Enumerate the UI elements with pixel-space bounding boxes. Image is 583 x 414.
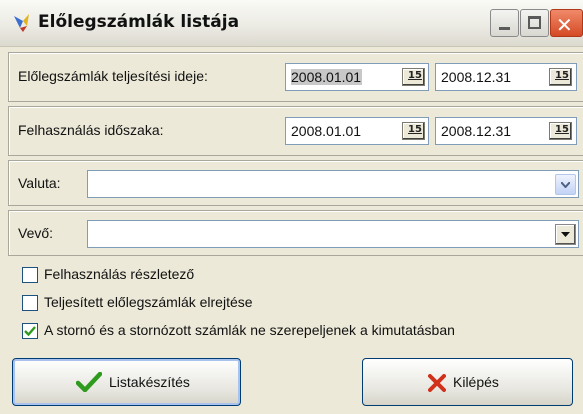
calendar-icon: 15 <box>555 70 569 81</box>
teljesites-label: Előlegszámlák teljesítési ideje: <box>18 68 208 84</box>
teljesites-to-value: 2008.12.31 <box>441 69 512 85</box>
teljesites-from-value: 2008.01.01 <box>291 69 363 85</box>
chevron-down-icon <box>561 182 570 188</box>
valuta-select[interactable] <box>87 170 579 198</box>
maximize-icon <box>528 16 541 29</box>
felhasznalas-to-calendar-button[interactable]: 15 <box>549 122 572 140</box>
checkmark-icon <box>76 372 102 392</box>
calendar-icon: 15 <box>555 124 569 135</box>
app-icon <box>14 14 29 32</box>
felhasznalas-from-calendar-button[interactable]: 15 <box>402 122 425 140</box>
checkbox-storno-kizaras-label[interactable]: A stornó és a stornózott számlák ne szer… <box>44 322 455 338</box>
checkbox-felhasznalas-reszletezo[interactable] <box>22 267 38 283</box>
felhasznalas-panel: Felhasználás időszaka: 2008.01.01 15 200… <box>8 106 583 156</box>
maximize-button[interactable] <box>520 9 549 37</box>
valuta-panel: Valuta: <box>8 160 583 206</box>
calendar-icon: 15 <box>408 124 422 135</box>
kilepes-label: Kilépés <box>453 374 499 390</box>
title-bar[interactable]: Előlegszámlák listája ✕ <box>0 0 583 47</box>
checkbox-storno-kizaras[interactable] <box>22 323 38 339</box>
listakeszites-button[interactable]: Listakészítés <box>12 358 241 406</box>
close-icon: ✕ <box>556 13 573 37</box>
felhasznalas-to-field[interactable]: 2008.12.31 15 <box>435 117 577 145</box>
teljesites-to-field[interactable]: 2008.12.31 15 <box>435 63 577 91</box>
calendar-icon: 15 <box>408 70 422 81</box>
teljesites-from-calendar-button[interactable]: 15 <box>402 68 425 86</box>
vevo-dropdown-button[interactable] <box>555 224 576 245</box>
teljesites-from-field[interactable]: 2008.01.01 15 <box>285 63 429 91</box>
valuta-dropdown-button[interactable] <box>555 174 576 195</box>
checkbox-teljesitett-elrejtese[interactable] <box>22 295 38 311</box>
teljesites-panel: Előlegszámlák teljesítési ideje: 2008.01… <box>8 52 583 102</box>
felhasznalas-from-field[interactable]: 2008.01.01 15 <box>285 117 429 145</box>
dialog-window: Előlegszámlák listája ✕ Előlegszámlák te… <box>0 0 583 414</box>
checkbox-felhasznalas-reszletezo-label[interactable]: Felhasználás részletező <box>44 266 194 282</box>
valuta-label: Valuta: <box>18 175 61 191</box>
window-title: Előlegszámlák listája <box>38 12 240 32</box>
arrow-down-icon <box>561 232 570 237</box>
minimize-button[interactable] <box>490 9 519 37</box>
checkmark-icon <box>24 326 36 337</box>
checkbox-teljesitett-elrejtese-label[interactable]: Teljesített előlegszámlák elrejtése <box>44 294 253 310</box>
vevo-select[interactable] <box>87 220 579 248</box>
vevo-panel: Vevő: <box>8 210 583 256</box>
vevo-label: Vevő: <box>18 225 54 241</box>
felhasznalas-from-value: 2008.01.01 <box>291 123 362 139</box>
close-button[interactable]: ✕ <box>550 9 583 37</box>
minimize-icon <box>499 27 510 30</box>
teljesites-to-calendar-button[interactable]: 15 <box>549 68 572 86</box>
felhasznalas-to-value: 2008.12.31 <box>441 123 512 139</box>
cancel-x-icon <box>428 374 446 392</box>
felhasznalas-label: Felhasználás időszaka: <box>18 122 164 138</box>
listakeszites-label: Listakészítés <box>109 374 190 390</box>
kilepes-button[interactable]: Kilépés <box>362 358 573 406</box>
